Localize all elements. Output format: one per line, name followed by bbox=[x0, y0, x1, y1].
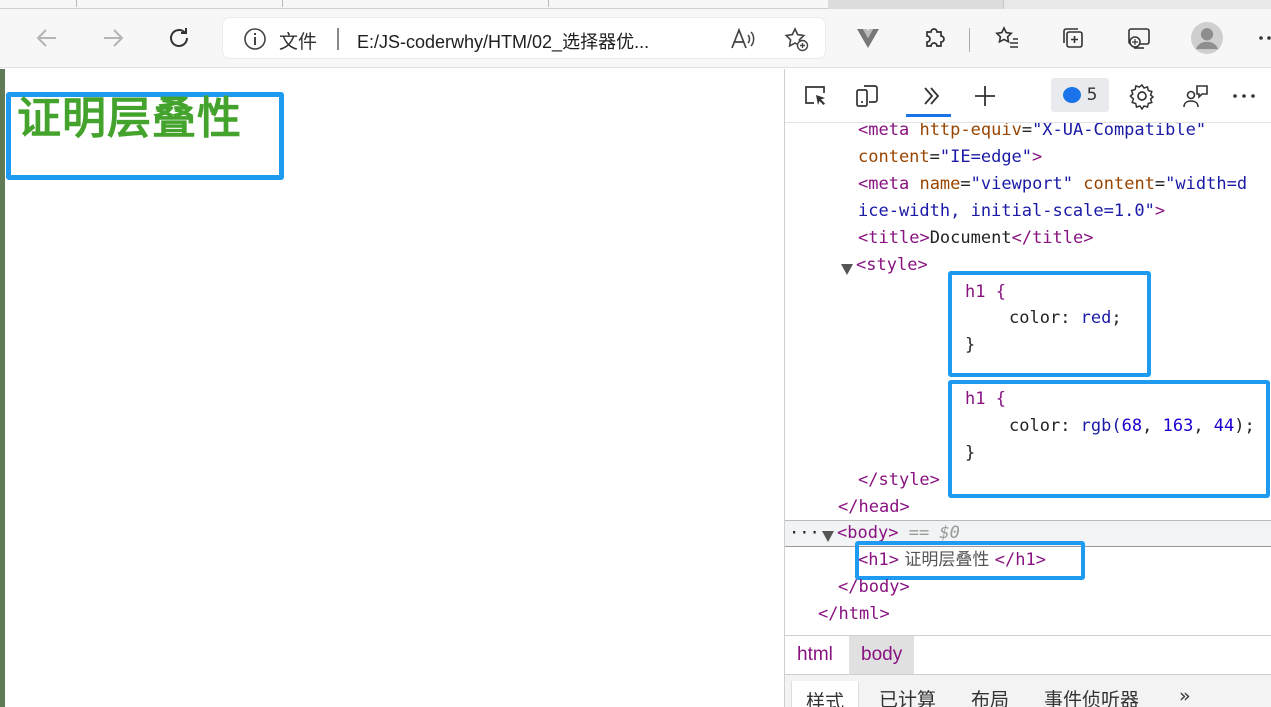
address-bar[interactable]: 文件 E:/JS-coderwhy/HTM/02_选择器优... bbox=[222, 17, 826, 59]
url-text[interactable]: E:/JS-coderwhy/HTM/02_选择器优... bbox=[357, 28, 649, 54]
tab-computed[interactable]: 已计算 bbox=[879, 685, 936, 707]
issues-badge[interactable]: 5 bbox=[1051, 78, 1109, 112]
breadcrumb: html body bbox=[785, 635, 1271, 675]
expand-triangle-icon[interactable] bbox=[841, 264, 853, 275]
read-aloud-icon[interactable] bbox=[729, 26, 755, 52]
rule2-highlight-box bbox=[948, 380, 1270, 498]
inspect-element-button[interactable] bbox=[799, 79, 833, 113]
dom-node-head-close: </head> bbox=[838, 497, 910, 517]
dom-node-meta[interactable]: <meta http-equiv="X-UA-Compatible" bbox=[858, 123, 1206, 144]
device-emulation-button[interactable] bbox=[850, 79, 884, 113]
tab-event-listeners[interactable]: 事件侦听器 bbox=[1044, 685, 1139, 707]
inactive-tab[interactable] bbox=[1003, 0, 1271, 9]
tab-separator bbox=[282, 0, 283, 7]
dom-node-body-close: </body> bbox=[838, 577, 910, 597]
devtools-panel: 5 <meta http-equiv="X-UA-Compatible" con… bbox=[784, 69, 1271, 707]
devtools-toolbar: 5 bbox=[785, 69, 1271, 123]
inspect-cursor-icon bbox=[805, 86, 825, 105]
refresh-icon bbox=[170, 28, 188, 47]
refresh-button[interactable] bbox=[162, 21, 196, 55]
styles-subtabs: 样式 已计算 布局 事件侦听器 » bbox=[785, 675, 1271, 707]
info-icon[interactable] bbox=[243, 27, 267, 51]
active-tab-indicator bbox=[906, 114, 951, 117]
tab-styles[interactable]: 样式 bbox=[791, 681, 860, 707]
tab-layout[interactable]: 布局 bbox=[971, 685, 1009, 707]
elements-tab[interactable] bbox=[914, 79, 948, 113]
rule1-highlight-box bbox=[948, 271, 1151, 377]
browser-essentials-icon bbox=[1128, 28, 1150, 49]
forward-button[interactable] bbox=[96, 21, 130, 55]
extensions-button[interactable] bbox=[917, 21, 951, 55]
browser-toolbar: 文件 E:/JS-coderwhy/HTM/02_选择器优... bbox=[0, 9, 1271, 68]
feedback-button[interactable] bbox=[1179, 79, 1213, 113]
devtools-more-button[interactable] bbox=[1227, 79, 1261, 113]
dom-node-ellipsis[interactable]: ··· bbox=[789, 520, 820, 547]
dom-node-style[interactable]: <style> bbox=[856, 252, 928, 279]
dom-node-meta-viewport[interactable]: <meta name="viewport" content="width=d bbox=[858, 171, 1247, 198]
active-tab[interactable] bbox=[0, 0, 828, 9]
page-heading: 证明层叠性 bbox=[17, 93, 242, 144]
dom-node-meta-cont: content="IE=edge"> bbox=[858, 147, 1043, 167]
collections-button[interactable] bbox=[1056, 21, 1090, 55]
puzzle-piece-icon bbox=[926, 28, 945, 47]
breadcrumb-body[interactable]: body bbox=[849, 636, 915, 674]
vue-extension-button[interactable] bbox=[851, 21, 885, 55]
page-viewport: 证明层叠性 bbox=[0, 69, 784, 707]
avatar-icon bbox=[1191, 22, 1223, 54]
dom-node-style-close: </style> bbox=[858, 470, 940, 490]
devtools-settings-button[interactable] bbox=[1125, 79, 1159, 113]
toolbar-divider bbox=[969, 28, 970, 52]
plus-icon bbox=[975, 86, 995, 106]
browser-essentials-button[interactable] bbox=[1122, 21, 1156, 55]
people-feedback-icon bbox=[1183, 85, 1208, 108]
dom-node-html-close: </html> bbox=[818, 604, 890, 624]
forward-arrow-icon bbox=[104, 29, 124, 47]
address-separator bbox=[337, 28, 339, 50]
expand-triangle-icon[interactable] bbox=[822, 531, 834, 542]
breadcrumb-html[interactable]: html bbox=[785, 636, 845, 674]
add-favorite-star-icon[interactable] bbox=[783, 26, 809, 52]
issues-count: 5 bbox=[1086, 85, 1098, 105]
add-tool-button[interactable] bbox=[968, 79, 1002, 113]
favorites-list-icon bbox=[995, 26, 1018, 48]
dom-tree: <meta http-equiv="X-UA-Compatible" conte… bbox=[785, 123, 1271, 635]
more-dots-icon bbox=[1259, 36, 1271, 40]
tab-separator bbox=[548, 0, 549, 7]
more-tabs-chevron-icon[interactable]: » bbox=[1179, 685, 1191, 707]
gear-icon bbox=[1129, 83, 1155, 110]
vue-devtools-icon bbox=[857, 29, 879, 48]
dom-node-title[interactable]: <title>Document</title> bbox=[858, 225, 1094, 252]
dom-node-meta-viewport-cont: ice-width, initial-scale=1.0"> bbox=[858, 201, 1166, 221]
double-chevron-right-icon bbox=[924, 87, 940, 105]
profile-button[interactable] bbox=[1190, 21, 1224, 55]
back-arrow-icon bbox=[36, 29, 56, 47]
back-button[interactable] bbox=[30, 21, 64, 55]
more-dots-icon bbox=[1233, 94, 1255, 98]
settings-more-button[interactable] bbox=[1252, 21, 1271, 55]
file-protocol-label: 文件 bbox=[279, 31, 318, 53]
collections-icon bbox=[1063, 28, 1083, 48]
tab-separator bbox=[76, 0, 77, 7]
device-toggle-icon bbox=[856, 85, 878, 107]
tab-strip bbox=[0, 0, 1271, 9]
message-bubble-icon bbox=[1062, 87, 1081, 103]
favorites-button[interactable] bbox=[990, 21, 1024, 55]
